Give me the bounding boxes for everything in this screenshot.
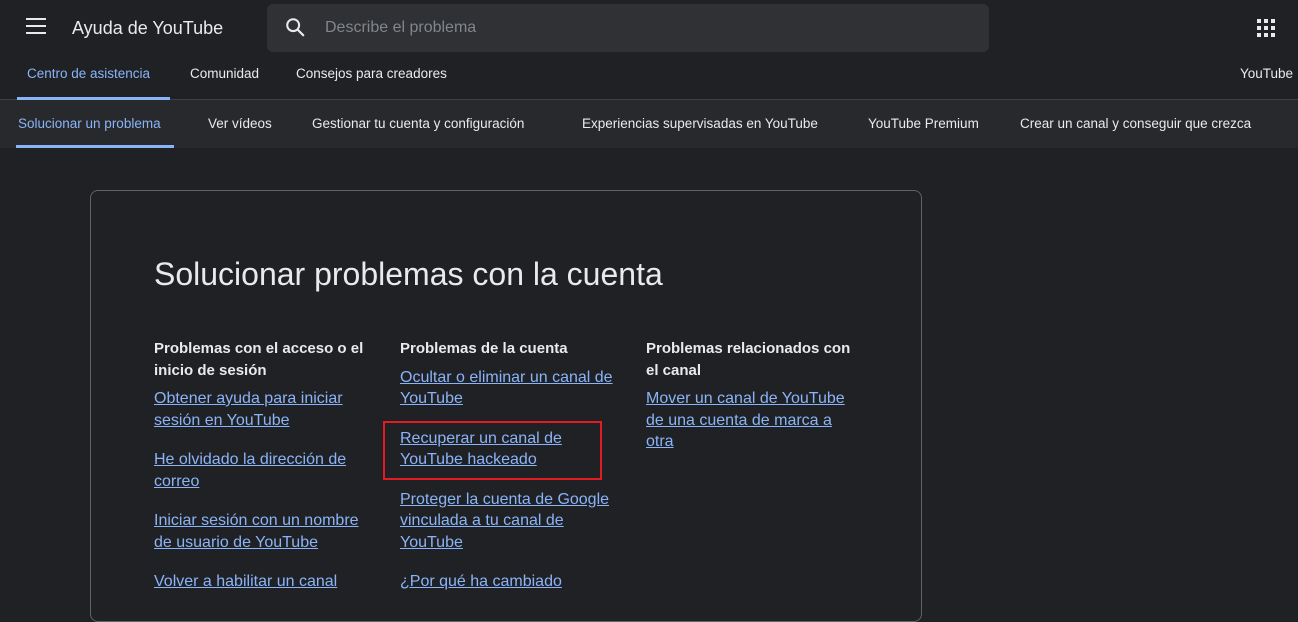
subtab-youtube-premium[interactable]: YouTube Premium	[868, 116, 979, 131]
search-input[interactable]	[323, 13, 967, 43]
subtab-manage-account[interactable]: Gestionar tu cuenta y configuración	[312, 116, 524, 131]
column-channel-issues: Problemas relacionados con el canal Move…	[646, 338, 861, 453]
link-forgot-email[interactable]: He olvidado la dirección de correo	[154, 449, 369, 492]
link-sign-in-help[interactable]: Obtener ayuda para iniciar sesión en You…	[154, 388, 369, 431]
tab-help-center[interactable]: Centro de asistencia	[27, 66, 150, 81]
subtab-supervised-experiences[interactable]: Experiencias supervisadas en YouTube	[582, 116, 818, 131]
link-why-changed[interactable]: ¿Por qué ha cambiado	[400, 571, 615, 593]
link-hide-delete-channel[interactable]: Ocultar o eliminar un canal de YouTube	[400, 367, 615, 410]
tab-youtube[interactable]: YouTube	[1240, 66, 1293, 81]
subtab-grow-channel[interactable]: Crear un canal y conseguir que crezca	[1020, 116, 1251, 131]
column-heading: Problemas relacionados con el canal	[646, 340, 851, 379]
tab-creator-tips[interactable]: Consejos para creadores	[296, 66, 447, 81]
column-heading: Problemas de la cuenta	[400, 340, 568, 357]
apps-grid-icon[interactable]	[1257, 19, 1275, 37]
link-reenable-channel[interactable]: Volver a habilitar un canal	[154, 571, 369, 593]
highlight-annotation-box	[383, 421, 602, 480]
column-sign-in-issues: Problemas con el acceso o el inicio de s…	[154, 338, 369, 593]
subtab-watch-videos[interactable]: Ver vídeos	[208, 116, 272, 131]
link-protect-google-account[interactable]: Proteger la cuenta de Google vinculada a…	[400, 489, 615, 554]
card-title: Solucionar problemas con la cuenta	[154, 256, 663, 292]
hamburger-menu-icon[interactable]	[26, 18, 46, 34]
subtab-fix-problem[interactable]: Solucionar un problema	[18, 116, 161, 131]
link-move-channel[interactable]: Mover un canal de YouTube de una cuenta …	[646, 388, 861, 453]
tab-community[interactable]: Comunidad	[190, 66, 259, 81]
active-subtab-indicator	[16, 145, 174, 148]
column-heading: Problemas con el acceso o el inicio de s…	[154, 340, 364, 379]
app-title[interactable]: Ayuda de YouTube	[72, 18, 223, 39]
link-sign-in-username[interactable]: Iniciar sesión con un nombre de usuario …	[154, 510, 369, 553]
search-icon[interactable]	[284, 16, 306, 38]
